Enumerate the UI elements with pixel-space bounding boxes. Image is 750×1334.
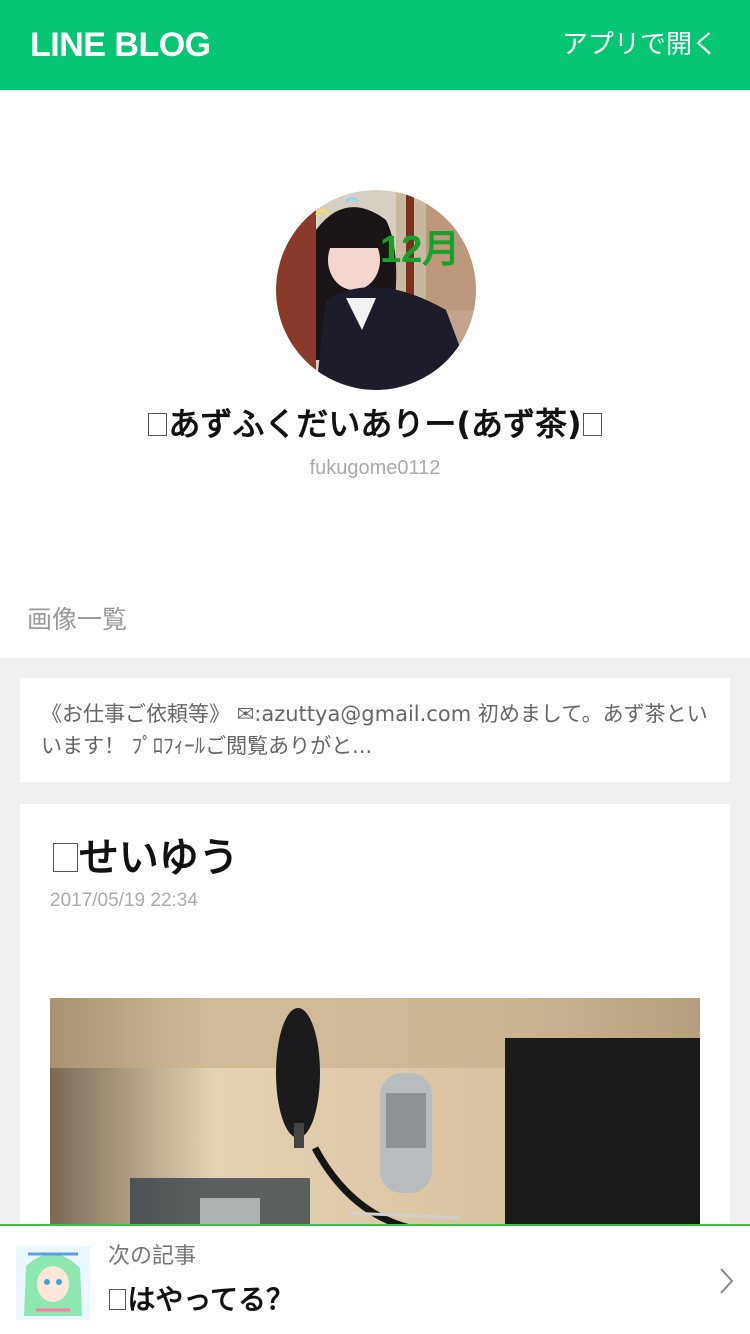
- next-article-bar[interactable]: 次の記事 はやってる？: [0, 1224, 750, 1334]
- missing-glyph-icon: [53, 843, 78, 872]
- chevron-right-icon[interactable]: [716, 1266, 736, 1296]
- missing-glyph-icon: [109, 1289, 127, 1310]
- app-header: LINE BLOG アプリで開く: [0, 0, 750, 90]
- next-article-thumbnail[interactable]: [16, 1246, 90, 1320]
- line-blog-logo[interactable]: LINE BLOG: [30, 28, 211, 62]
- profile-id: fukugome0112: [309, 457, 441, 479]
- next-article-label: 次の記事: [108, 1244, 197, 1269]
- next-article-title: はやってる？: [108, 1280, 294, 1320]
- profile-name-text: あずふくだいありー(あず茶): [168, 405, 582, 443]
- article-date: 2017/05/19 22:34: [50, 890, 198, 911]
- avatar-overlay-text: 12月: [380, 229, 460, 271]
- profile-intro-card[interactable]: 《お仕事ご依頼等》 ✉:azuttya@gmail.com 初めまして。あず茶と…: [20, 678, 730, 782]
- missing-glyph-icon: [582, 412, 603, 436]
- profile-name: あずふくだいありー(あず茶): [0, 402, 750, 446]
- open-in-app-link[interactable]: アプリで開く: [562, 32, 718, 58]
- article-title-text: せいゆう: [78, 835, 239, 881]
- next-article-title-text: はやってる？: [127, 1283, 294, 1316]
- missing-glyph-icon: [147, 412, 168, 436]
- profile-section: 12月 あずふくだいありー(あず茶) fukugome0112 画像一覧: [0, 90, 750, 658]
- profile-avatar[interactable]: 12月: [276, 190, 476, 390]
- images-list-link[interactable]: 画像一覧: [27, 602, 127, 638]
- article-title[interactable]: せいゆう: [52, 830, 239, 886]
